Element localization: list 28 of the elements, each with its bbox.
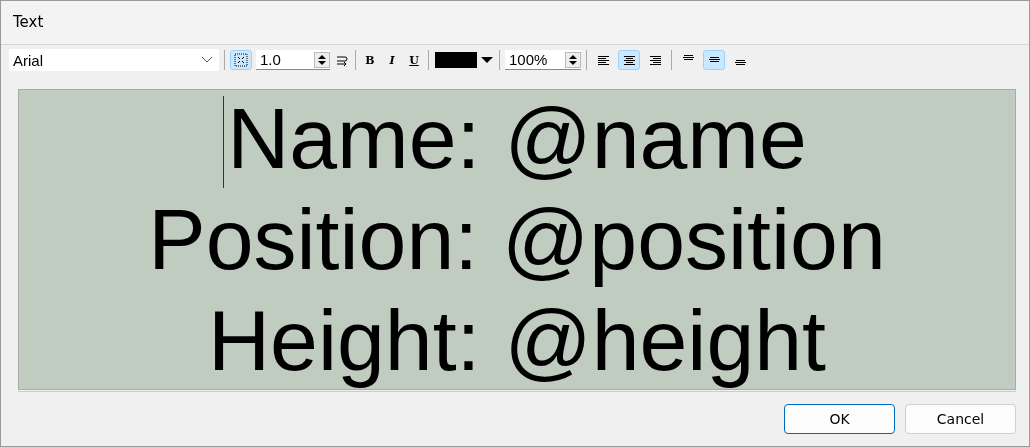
- italic-button[interactable]: I: [383, 50, 401, 70]
- align-left-icon: [596, 54, 610, 66]
- fit-toggle[interactable]: [230, 50, 252, 70]
- text-line: Position: @position: [148, 190, 886, 289]
- valign-bottom-icon: [733, 60, 747, 66]
- text-line: Height: @height: [208, 291, 826, 390]
- dropdown-arrow-icon: [481, 56, 493, 64]
- valign-top-icon: [681, 54, 695, 61]
- scale-field[interactable]: 100%: [505, 50, 581, 70]
- valign-middle-icon: [707, 57, 721, 63]
- underline-button[interactable]: U: [405, 50, 423, 70]
- text-line: Name: @name: [227, 88, 807, 189]
- font-dropdown[interactable]: Arial: [9, 49, 219, 71]
- chevron-icon: [201, 56, 213, 64]
- spinner-icon[interactable]: [314, 51, 330, 68]
- bold-button[interactable]: B: [361, 50, 379, 70]
- align-right-icon: [648, 54, 662, 66]
- ok-button[interactable]: OK: [784, 404, 895, 434]
- align-center-button[interactable]: [618, 50, 640, 70]
- wrap-icon[interactable]: [336, 54, 348, 66]
- color-picker[interactable]: [434, 51, 494, 69]
- align-middle-button[interactable]: [703, 50, 725, 70]
- text-editor[interactable]: Name: @name Position: @position Height: @height: [18, 89, 1016, 390]
- spinner-icon[interactable]: [565, 51, 581, 68]
- fit-icon: [234, 53, 248, 67]
- align-center-icon: [622, 54, 636, 66]
- cancel-button[interactable]: Cancel: [905, 404, 1016, 434]
- line-spacing-field[interactable]: 1.0: [256, 50, 330, 70]
